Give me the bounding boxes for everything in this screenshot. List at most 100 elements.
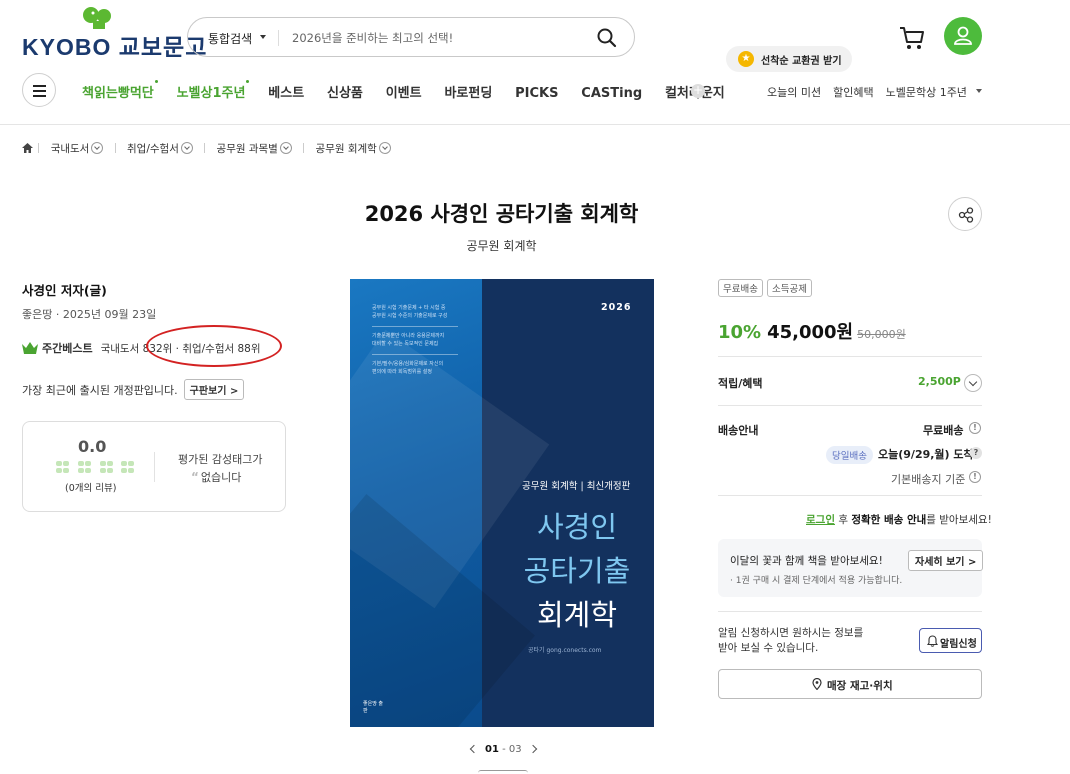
discount-link[interactable]: 할인혜택 xyxy=(833,86,873,99)
mission-link[interactable]: 오늘의 미션 xyxy=(767,86,821,99)
same-day-badge: 당일배송 xyxy=(826,446,873,464)
benefit-label: 적립/혜택 xyxy=(718,377,763,390)
bird-logo-icon xyxy=(83,7,111,29)
flower-detail-button[interactable]: 자세히 보기 > xyxy=(908,550,984,571)
nobel-link[interactable]: 노벨문학상 1주년 xyxy=(886,86,967,99)
event-bubble[interactable]: ★ 선착순 교환권 받기 xyxy=(726,46,852,72)
info-icon[interactable]: ! xyxy=(969,471,981,483)
cover-bullet: 편의에 따라 회독범위를 설정 xyxy=(372,369,432,375)
menu-button[interactable] xyxy=(22,73,56,107)
cover-series: 공무원 회계학 | 최신개정판 xyxy=(522,481,631,492)
author-link[interactable]: 사경인 저자(글) xyxy=(22,280,107,299)
chevron-down-icon[interactable] xyxy=(180,142,193,154)
breadcrumb-item[interactable]: 국내도서 xyxy=(51,141,104,156)
publisher-date: 좋은땅 · 2025년 09월 23일 xyxy=(22,308,157,321)
breadcrumb-separator xyxy=(114,143,116,153)
shipping-label: 배송안내 xyxy=(718,424,759,437)
nav-right-links: 오늘의 미션 할인혜택 노벨문학상 1주년 xyxy=(767,84,979,100)
hamburger-icon xyxy=(33,95,46,97)
home-icon[interactable] xyxy=(22,143,33,153)
chevron-down-icon[interactable] xyxy=(378,142,391,154)
caret-down-icon[interactable] xyxy=(976,89,982,93)
login-bold: 정확한 배송 안내 xyxy=(851,514,927,526)
nav-more-plus-icon[interactable]: + xyxy=(691,84,705,98)
nav-item-new[interactable]: 신상품 xyxy=(327,82,363,101)
chevron-left-icon[interactable] xyxy=(469,744,479,754)
scroll-indicator xyxy=(478,770,528,774)
cover-bullet: 기출문제뿐만 아니라 응용문제까지 xyxy=(372,333,445,339)
my-account-button[interactable] xyxy=(944,17,982,55)
hamburger-icon xyxy=(33,85,46,87)
best-label: 주간베스트 xyxy=(42,342,93,355)
nav-item-funding[interactable]: 바로펀딩 xyxy=(444,82,492,101)
alarm-button-label: 알림신청 xyxy=(940,639,977,650)
new-dot xyxy=(154,80,158,83)
search-icon[interactable] xyxy=(596,27,618,49)
logo-text: KYOBO 교보문고 xyxy=(22,34,208,60)
alarm-line: 알림 신청하시면 원하시는 정보를 xyxy=(718,627,864,639)
nav-item-best[interactable]: 베스트 xyxy=(268,82,304,101)
help-icon[interactable]: ? xyxy=(970,447,982,459)
cart-icon[interactable] xyxy=(898,24,926,52)
shipping-free: 무료배송 xyxy=(923,424,964,437)
breadcrumb-separator xyxy=(38,143,40,153)
search-bar: 통합검색 xyxy=(187,17,635,57)
chevron-down-icon[interactable] xyxy=(91,142,104,154)
main-nav: 책읽는빵먹단 노벨상1주년 베스트 신상품 이벤트 바로펀딩 PICKS CAS… xyxy=(82,80,744,102)
alarm-line: 받아 보실 수 있습니다. xyxy=(718,642,819,654)
bell-icon xyxy=(927,635,938,647)
original-price: 50,000원 xyxy=(857,328,906,341)
new-dot xyxy=(246,80,250,83)
store-stock-button[interactable]: 매장 재고·위치 xyxy=(718,669,982,699)
sale-price: 45,000원 xyxy=(767,322,854,343)
revision-note-text: 가장 최근에 출시된 개정판입니다. xyxy=(22,384,178,397)
login-link[interactable]: 로그인 xyxy=(806,514,835,526)
user-icon xyxy=(954,26,972,45)
flower-title: 이달의 꽃과 함께 책을 받아보세요! xyxy=(730,555,883,567)
basic-address-link[interactable]: 기본배송지 기준 xyxy=(891,471,965,487)
cover-bullet: 공무원 시험 기출문제 + 타 시험 중 xyxy=(372,305,446,311)
nav-item-nobel[interactable]: 노벨상1주년 xyxy=(177,80,250,101)
nav-item-bread-club[interactable]: 책읽는빵먹단 xyxy=(82,80,158,101)
product-title: 2026 사경인 공타기출 회계학 xyxy=(364,202,639,226)
review-summary-card[interactable]: 0.0 (0개의 리뷰) 평가된 감성태그가 “없습니다 xyxy=(22,421,286,512)
old-edition-button[interactable]: 구판보기 > xyxy=(183,379,245,400)
share-button[interactable] xyxy=(948,197,982,231)
product-subtitle: 공무원 회계학 xyxy=(466,239,537,253)
breadcrumb: 국내도서 취업/수험서 공무원 과목별 공무원 회계학 xyxy=(22,141,397,156)
search-category-select[interactable]: 통합검색 xyxy=(208,30,252,47)
discount-percent: 10% xyxy=(718,322,762,343)
breadcrumb-item[interactable]: 공무원 과목별 xyxy=(217,141,292,156)
price-block: 10% 45,000원 50,000원 xyxy=(718,318,906,344)
header-divider xyxy=(0,124,1070,125)
breadcrumb-label: 공무원 과목별 xyxy=(216,143,278,155)
kyobo-logo[interactable]: KYOBO 교보문고 xyxy=(22,6,206,60)
breadcrumb-separator xyxy=(204,143,206,153)
pager-current: 01 xyxy=(485,744,499,755)
breadcrumb-item[interactable]: 취업/수험서 xyxy=(127,141,193,156)
login-prompt: 로그인 후 정확한 배송 안내를 받아보세요! xyxy=(806,512,992,527)
cover-title-line: 공타기출 xyxy=(523,554,631,588)
chevron-right-icon[interactable] xyxy=(528,744,537,754)
clover-icon xyxy=(77,461,91,473)
alarm-subscribe-button[interactable]: 알림신청 xyxy=(919,628,982,653)
crown-icon xyxy=(22,342,38,354)
badge-free-shipping: 무료배송 xyxy=(718,279,763,297)
breadcrumb-separator xyxy=(303,143,305,153)
search-input[interactable] xyxy=(292,27,582,49)
annotation-ellipse xyxy=(146,325,282,367)
chevron-down-icon[interactable] xyxy=(279,142,292,154)
flower-gift-box: 이달의 꽃과 함께 책을 받아보세요! · 1권 구매 시 결제 단계에서 적용… xyxy=(718,539,984,597)
emotion-tag-empty: 없습니다 xyxy=(200,471,242,484)
chevron-down-icon[interactable] xyxy=(964,374,982,392)
star-icon: ★ xyxy=(738,51,754,67)
breadcrumb-label: 국내도서 xyxy=(50,143,90,155)
book-cover-image[interactable]: 공무원 시험 기출문제 + 타 시험 중 공무원 시험 수준의 기출문제로 구성… xyxy=(350,279,654,727)
nav-item-event[interactable]: 이벤트 xyxy=(386,82,422,101)
info-icon[interactable]: ! xyxy=(969,422,981,434)
section-divider xyxy=(718,495,982,496)
nav-item-picks[interactable]: PICKS xyxy=(515,86,558,101)
breadcrumb-item[interactable]: 공무원 회계학 xyxy=(316,141,391,156)
share-icon xyxy=(958,207,974,223)
nav-item-casting[interactable]: CASTing xyxy=(581,86,642,101)
